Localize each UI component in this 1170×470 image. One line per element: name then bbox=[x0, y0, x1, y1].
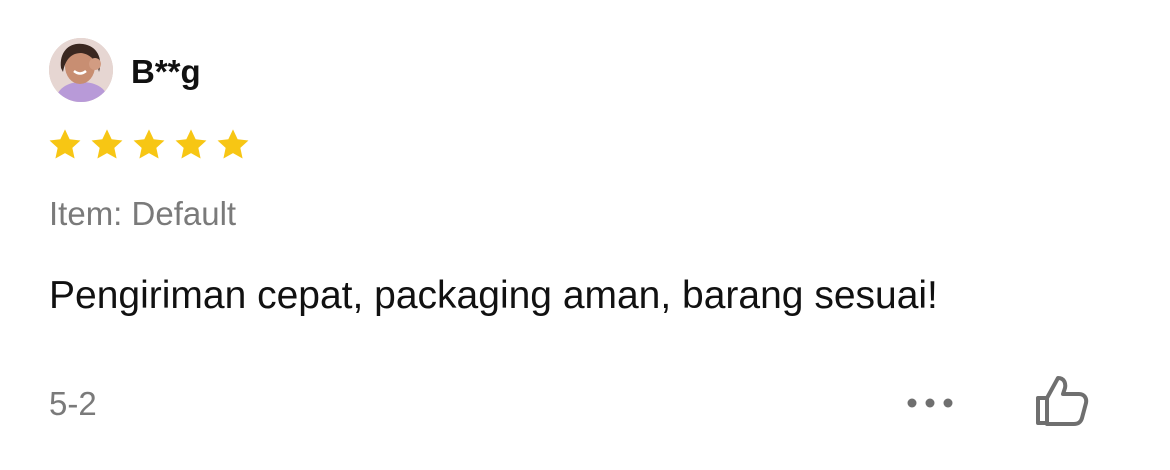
star-icon bbox=[133, 129, 165, 159]
review-card: B**g Item: Default Pengiriman cepat, pac… bbox=[0, 0, 1170, 470]
thumbs-up-icon bbox=[1036, 376, 1089, 426]
review-date: 5-2 bbox=[49, 385, 97, 422]
star-icon bbox=[217, 129, 249, 159]
variant-label: Item: Default bbox=[49, 195, 237, 232]
star-icon bbox=[175, 129, 207, 159]
star-icon bbox=[49, 129, 81, 159]
review-comment: Pengiriman cepat, packaging aman, barang… bbox=[49, 274, 938, 317]
star-icon bbox=[91, 129, 123, 159]
reviewer-name: B**g bbox=[131, 53, 201, 90]
like-button[interactable] bbox=[1030, 370, 1092, 432]
more-dots-icon bbox=[907, 398, 953, 408]
star-rating bbox=[47, 127, 251, 163]
more-options-button[interactable] bbox=[901, 388, 959, 418]
avatar[interactable] bbox=[49, 38, 113, 102]
